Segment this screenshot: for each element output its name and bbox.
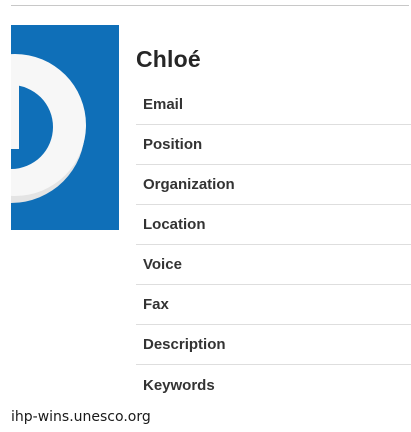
profile-avatar [11,25,119,230]
field-row-voice[interactable]: Voice [136,245,411,285]
field-row-position[interactable]: Position [136,125,411,165]
field-label-location: Location [143,216,206,233]
blue-d-logo-icon [11,25,119,230]
field-label-email: Email [143,96,184,113]
field-label-fax: Fax [143,296,169,313]
field-label-organization: Organization [143,176,235,193]
top-divider [11,5,409,6]
profile-field-list: Email Position Organization Location Voi… [136,85,411,405]
field-row-description[interactable]: Description [136,325,411,365]
field-row-location[interactable]: Location [136,205,411,245]
field-label-position: Position [143,136,203,153]
field-label-description: Description [143,336,226,353]
field-label-keywords: Keywords [143,376,215,394]
field-row-organization[interactable]: Organization [136,165,411,205]
profile-name: Chloé [136,46,201,72]
field-row-fax[interactable]: Fax [136,285,411,325]
source-caption: ihp-wins.unesco.org [11,409,151,425]
field-row-email[interactable]: Email [136,85,411,125]
field-row-keywords[interactable]: Keywords [136,365,411,405]
field-label-voice: Voice [143,256,182,273]
